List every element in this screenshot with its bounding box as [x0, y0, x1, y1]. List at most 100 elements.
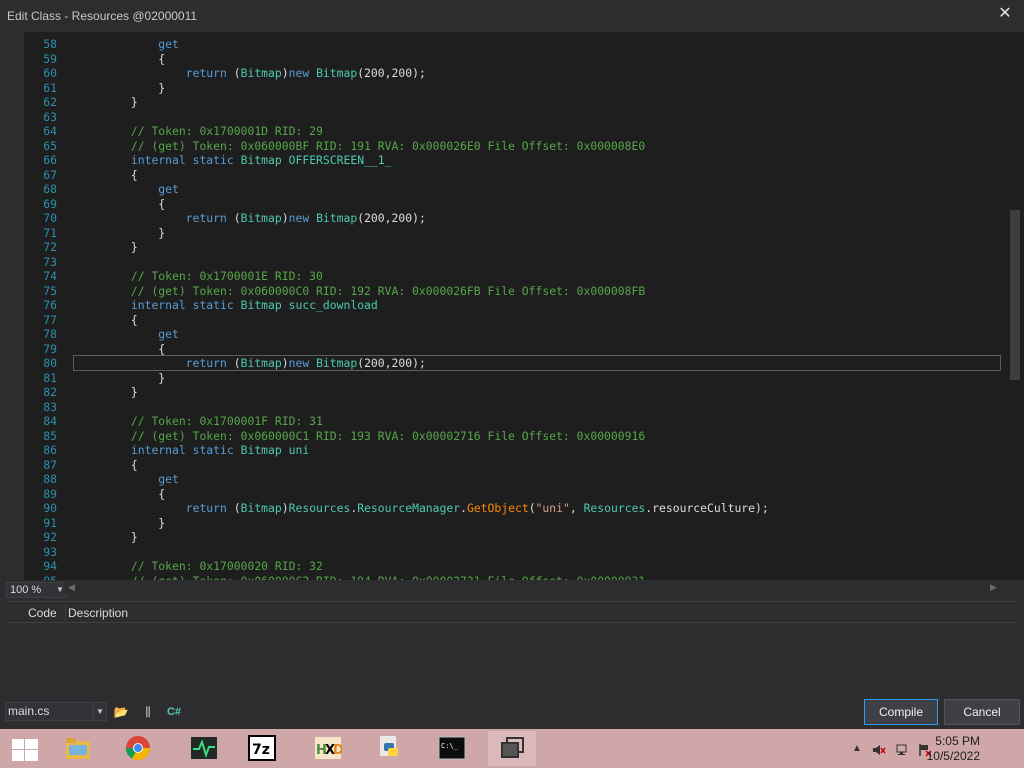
code-line[interactable]: 68 get	[24, 182, 1004, 196]
compile-button[interactable]: Compile	[864, 699, 938, 725]
code-text[interactable]: internal static Bitmap succ_download	[76, 298, 378, 312]
taskbar-chrome[interactable]	[114, 731, 162, 766]
code-text[interactable]: // (get) Token: 0x060000BF RID: 191 RVA:…	[76, 139, 645, 153]
code-text[interactable]: // (get) Token: 0x060000C1 RID: 193 RVA:…	[76, 429, 645, 443]
code-line[interactable]: 79 {	[24, 342, 1004, 356]
code-text[interactable]: // (get) Token: 0x060000C0 RID: 192 RVA:…	[76, 284, 645, 298]
code-line[interactable]: 94 // Token: 0x17000020 RID: 32	[24, 559, 1004, 573]
code-line[interactable]: 77 {	[24, 313, 1004, 327]
code-line[interactable]: 66 internal static Bitmap OFFERSCREEN__1…	[24, 153, 1004, 167]
code-area[interactable]: 58 get 59 {60 return (Bitmap)new Bitmap(2…	[24, 32, 1006, 580]
code-line[interactable]: 62 }	[24, 95, 1004, 109]
code-line[interactable]: 82 }	[24, 385, 1004, 399]
code-text[interactable]: // Token: 0x17000020 RID: 32	[76, 559, 323, 573]
code-text[interactable]: {	[76, 458, 138, 472]
code-text[interactable]: internal static Bitmap uni	[76, 443, 309, 457]
code-editor[interactable]: 58 get 59 {60 return (Bitmap)new Bitmap(2…	[0, 32, 1024, 580]
code-line[interactable]: 90 return (Bitmap)Resources.ResourceMana…	[24, 501, 1004, 515]
vertical-scroll-thumb[interactable]	[1010, 210, 1020, 380]
show-hidden-icons-icon[interactable]: ▲	[852, 743, 866, 757]
network-icon[interactable]	[896, 743, 910, 757]
code-line[interactable]: 86 internal static Bitmap uni	[24, 443, 1004, 457]
column-code[interactable]: Code	[10, 605, 66, 621]
code-line[interactable]: 92 }	[24, 530, 1004, 544]
taskbar-hxd[interactable]: H X D	[304, 731, 352, 766]
code-text[interactable]: // Token: 0x1700001F RID: 31	[76, 414, 323, 428]
code-line[interactable]: 73	[24, 255, 1004, 269]
taskbar-active-window[interactable]	[488, 731, 536, 766]
code-line[interactable]: 75 // (get) Token: 0x060000C0 RID: 192 R…	[24, 284, 1004, 298]
code-text[interactable]: {	[76, 313, 138, 327]
code-line[interactable]: 72 }	[24, 240, 1004, 254]
scroll-left-icon[interactable]: ◀	[68, 582, 75, 593]
code-line[interactable]: 88 get	[24, 472, 1004, 486]
code-line[interactable]: 58 get	[24, 37, 1004, 51]
code-text[interactable]: get	[76, 472, 179, 486]
taskbar-monitor[interactable]	[180, 731, 228, 766]
code-text[interactable]: }	[76, 530, 138, 544]
code-text[interactable]: }	[76, 385, 138, 399]
code-line[interactable]: 64 // Token: 0x1700001D RID: 29	[24, 124, 1004, 138]
code-line[interactable]: 87 {	[24, 458, 1004, 472]
code-text[interactable]: // Token: 0x1700001E RID: 30	[76, 269, 323, 283]
cancel-button[interactable]: Cancel	[944, 699, 1020, 725]
code-line[interactable]: 61 }	[24, 81, 1004, 95]
code-line[interactable]: 63	[24, 110, 1004, 124]
code-line[interactable]: 85 // (get) Token: 0x060000C1 RID: 193 R…	[24, 429, 1004, 443]
code-text[interactable]: return (Bitmap)new Bitmap(200,200);	[76, 66, 426, 80]
file-select[interactable]: main.cs ▼	[5, 702, 107, 721]
code-text[interactable]: {	[76, 52, 165, 66]
code-line[interactable]: 67 {	[24, 168, 1004, 182]
code-text[interactable]: }	[76, 81, 165, 95]
code-text[interactable]: return (Bitmap)new Bitmap(200,200);	[76, 211, 426, 225]
code-text[interactable]: {	[76, 342, 165, 356]
code-line[interactable]: 84 // Token: 0x1700001F RID: 31	[24, 414, 1004, 428]
code-line[interactable]: 70 return (Bitmap)new Bitmap(200,200);	[24, 211, 1004, 225]
scroll-right-icon[interactable]: ▶	[990, 582, 997, 593]
code-line[interactable]: 69 {	[24, 197, 1004, 211]
code-text[interactable]: }	[76, 240, 138, 254]
code-line[interactable]: 59 {	[24, 52, 1004, 66]
code-line[interactable]: 81 }	[24, 371, 1004, 385]
code-line[interactable]: 76 internal static Bitmap succ_download	[24, 298, 1004, 312]
csharp-icon[interactable]: C#	[166, 704, 182, 720]
start-button[interactable]	[0, 731, 48, 766]
code-line[interactable]: 71 }	[24, 226, 1004, 240]
code-line[interactable]: 65 // (get) Token: 0x060000BF RID: 191 R…	[24, 139, 1004, 153]
code-text[interactable]: {	[76, 197, 165, 211]
taskbar-terminal[interactable]: C:\_	[428, 731, 476, 766]
code-text[interactable]: {	[76, 168, 138, 182]
code-line[interactable]: 78 get	[24, 327, 1004, 341]
code-line[interactable]: 80 return (Bitmap)new Bitmap(200,200);	[24, 355, 1004, 371]
close-icon[interactable]: ✕	[996, 5, 1014, 23]
taskbar-file-explorer[interactable]	[54, 731, 102, 766]
code-line[interactable]: 83	[24, 400, 1004, 414]
code-text[interactable]: {	[76, 487, 165, 501]
code-text[interactable]: }	[76, 226, 165, 240]
volume-muted-icon[interactable]	[872, 743, 886, 757]
code-text[interactable]: internal static Bitmap OFFERSCREEN__1_	[76, 153, 392, 167]
open-folder-icon[interactable]: 📂	[113, 704, 129, 720]
code-text[interactable]: get	[76, 37, 179, 51]
taskbar-python[interactable]	[366, 731, 414, 766]
references-icon[interactable]: ⫼	[140, 704, 156, 720]
code-text[interactable]: get	[76, 327, 179, 341]
code-line[interactable]: 89 {	[24, 487, 1004, 501]
code-text[interactable]: }	[76, 95, 138, 109]
code-line[interactable]: 93	[24, 545, 1004, 559]
code-text[interactable]: }	[76, 371, 165, 385]
zoom-select[interactable]: 100 % ▼	[6, 582, 67, 598]
code-text[interactable]: return (Bitmap)Resources.ResourceManager…	[76, 501, 769, 515]
code-line[interactable]: 91 }	[24, 516, 1004, 530]
taskbar-7zip[interactable]: 7z	[238, 731, 286, 766]
code-text[interactable]: get	[76, 182, 179, 196]
system-clock[interactable]: 5:05 PM 10/5/2022	[927, 734, 980, 764]
column-description[interactable]: Description	[68, 605, 128, 621]
vertical-scrollbar[interactable]	[1006, 32, 1024, 580]
code-line[interactable]: 74 // Token: 0x1700001E RID: 30	[24, 269, 1004, 283]
chevron-down-icon[interactable]: ▼	[93, 703, 106, 720]
code-line[interactable]: 60 return (Bitmap)new Bitmap(200,200);	[24, 66, 1004, 80]
code-text[interactable]: // Token: 0x1700001D RID: 29	[76, 124, 323, 138]
code-text[interactable]: }	[76, 516, 165, 530]
horizontal-scrollbar[interactable]	[64, 582, 1004, 594]
